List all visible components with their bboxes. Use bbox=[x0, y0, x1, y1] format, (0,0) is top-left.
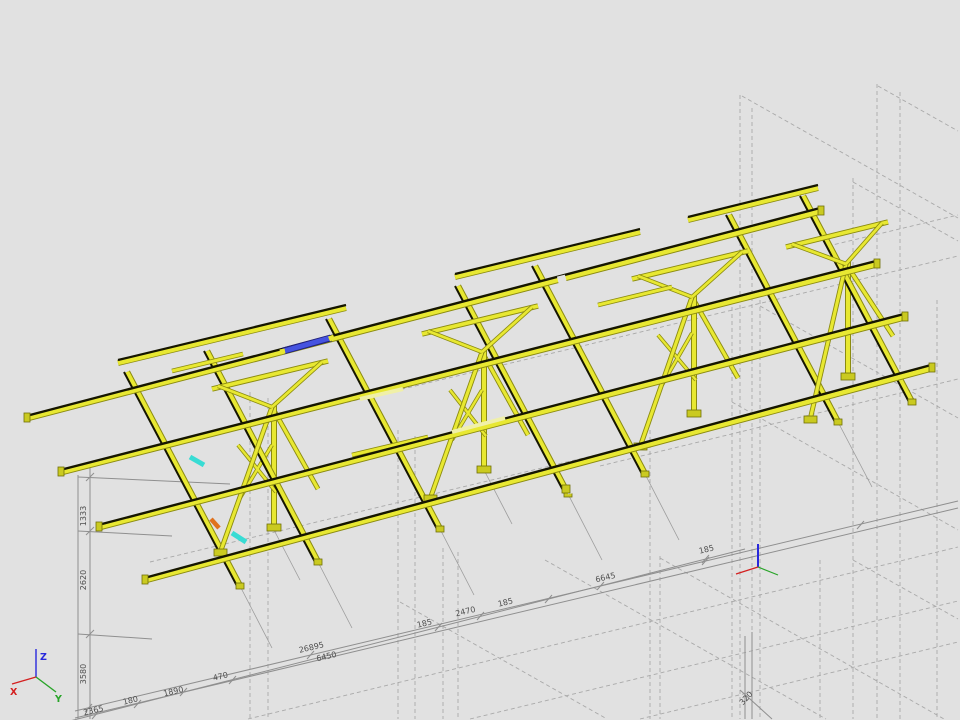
x-axis-label: X bbox=[10, 687, 18, 698]
model-viewport[interactable]: 1333 2620 3580 26895 6450 6645 185 2365 … bbox=[0, 0, 960, 720]
z-axis-label: Z bbox=[40, 652, 47, 663]
cad-application-window: 1333 2620 3580 26895 6450 6645 185 2365 … bbox=[0, 0, 960, 720]
dim-label-2620: 2620 bbox=[79, 570, 88, 590]
dim-label-1333: 1333 bbox=[79, 506, 88, 526]
selected-member-right-cap bbox=[329, 337, 334, 339]
y-axis-label: Y bbox=[54, 694, 62, 705]
selected-member-left-cap bbox=[280, 351, 285, 352]
dim-label-3580: 3580 bbox=[79, 664, 88, 684]
